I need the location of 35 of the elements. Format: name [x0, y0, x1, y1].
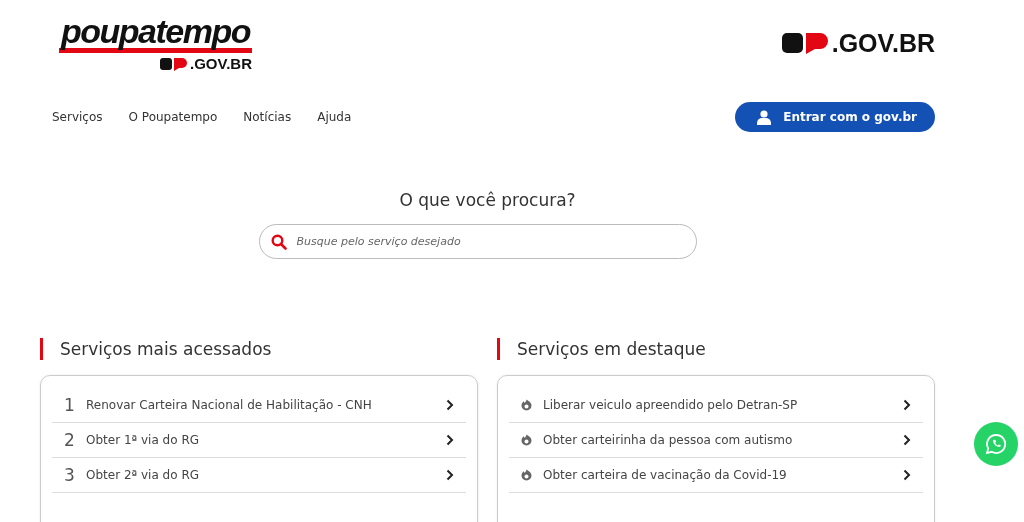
- chevron-right-icon[interactable]: [903, 469, 911, 481]
- chevron-right-icon[interactable]: [903, 434, 911, 446]
- service-link[interactable]: Obter carteira de vacinação da Covid-19: [543, 468, 895, 482]
- poupatempo-logo[interactable]: poupatempo: [59, 14, 252, 53]
- sp-logo-icon: [160, 56, 189, 71]
- chevron-right-icon[interactable]: [446, 469, 454, 481]
- gov-logo-text: .GOV.BR: [831, 30, 935, 56]
- flame-icon: [521, 434, 532, 446]
- nav-link[interactable]: Serviços: [52, 110, 103, 124]
- nav-link[interactable]: Ajuda: [317, 110, 352, 124]
- service-link[interactable]: Liberar veiculo apreendido pelo Detran-SP: [543, 398, 895, 412]
- chevron-right-icon[interactable]: [903, 399, 911, 411]
- service-link[interactable]: Obter 2ª via do RG: [86, 468, 438, 482]
- chevron-right-icon[interactable]: [446, 434, 454, 446]
- service-link[interactable]: Renovar Carteira Nacional de Habilitação - CNH: [86, 398, 438, 412]
- flame-icon: [521, 399, 532, 411]
- login-button[interactable]: Entrar com o gov.br: [735, 102, 935, 132]
- sp-logo-icon: [781, 32, 830, 54]
- rank-number: 1: [64, 395, 76, 415]
- search-field[interactable]: Busque pelo serviço desejado: [258, 224, 697, 259]
- user-icon: [757, 109, 772, 125]
- search-icon: [270, 234, 287, 250]
- service-link[interactable]: Obter 1ª via do RG: [86, 433, 438, 447]
- service-link[interactable]: Obter carteirinha da pessoa com autismo: [543, 433, 895, 447]
- nav-link[interactable]: Notícias: [243, 110, 292, 124]
- rank-number: 3: [64, 465, 76, 485]
- whatsapp-icon: [985, 433, 1007, 455]
- section-title: Serviços mais acessados: [60, 339, 272, 359]
- nav-link[interactable]: O Poupatempo: [128, 110, 218, 124]
- rank-number: 2: [64, 430, 76, 450]
- search-heading: O que você procura?: [399, 190, 576, 210]
- gov-logo-text: .GOV.BR: [190, 55, 252, 72]
- flame-icon: [521, 469, 532, 481]
- section-title: Serviços em destaque: [517, 339, 706, 359]
- chevron-right-icon[interactable]: [446, 399, 454, 411]
